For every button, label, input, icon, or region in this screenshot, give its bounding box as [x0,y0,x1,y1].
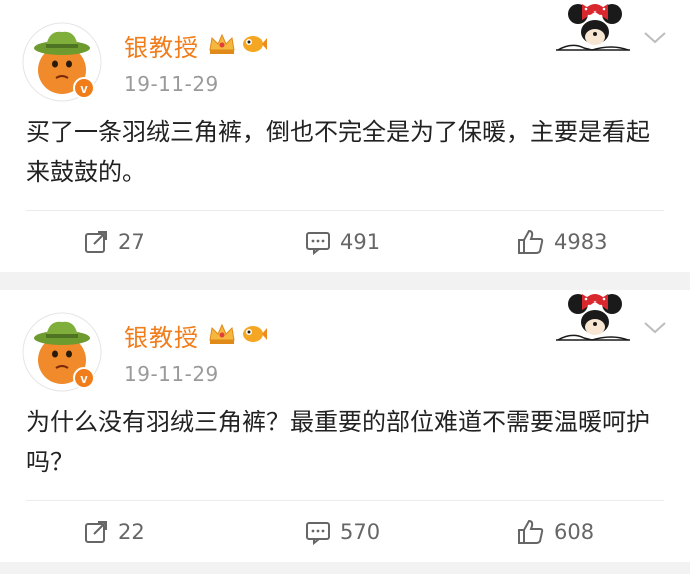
divider [26,210,664,211]
fish-badge-icon [243,326,267,342]
username[interactable]: 银教授 [124,28,199,63]
thumbs-up-icon [518,229,544,254]
weibo-post: v 银教授 19-11-29 [0,290,690,562]
username[interactable]: 银教授 [124,318,199,353]
like-button[interactable]: 608 [516,512,594,552]
repost-button[interactable]: 22 [82,512,145,552]
fish-badge-icon [243,36,267,52]
crown-badge-icon [209,33,235,54]
post-actions: 27 491 4983 [0,222,690,262]
weibo-post: v 银教授 19-11-29 [0,0,690,272]
repost-icon [85,521,107,543]
crown-badge-icon [209,323,235,344]
comment-button[interactable]: 570 [304,512,380,552]
svg-text:v: v [80,81,88,96]
user-badges [208,30,268,58]
comment-icon [306,232,330,256]
cartoon-cowboy-avatar-icon: v [22,312,102,392]
post-timestamp[interactable]: 19-11-29 [124,72,219,96]
minnie-mouse-decoration-icon [556,4,630,51]
like-count: 608 [554,520,595,544]
post-content: 为什么没有羽绒三角裤？最重要的部位难道不需要温暖呵护吗？ [26,408,650,476]
like-count: 4983 [554,230,608,254]
user-badges [208,320,268,348]
chevron-down-icon[interactable] [642,318,668,336]
repost-icon [85,231,107,253]
svg-text:v: v [80,371,88,386]
chevron-down-icon[interactable] [642,28,668,46]
comment-count: 570 [340,520,381,544]
comment-button[interactable]: 491 [304,222,380,262]
weibo-feed: v 银教授 19-11-29 买了一条羽绒三角裤，倒也不完全是为了保暖，主要是看… [0,0,690,574]
thumbs-up-icon [518,519,544,544]
avatar[interactable]: v [22,22,102,102]
post-actions: 22 570 608 [0,512,690,552]
post-content: 买了一条羽绒三角裤，倒也不完全是为了保暖，主要是看起来鼓鼓的。 [26,118,650,186]
post-timestamp[interactable]: 19-11-29 [124,362,219,386]
avatar[interactable]: v [22,312,102,392]
cartoon-cowboy-avatar-icon: v [22,22,102,102]
divider [26,500,664,501]
minnie-mouse-decoration-icon [556,294,630,341]
like-button[interactable]: 4983 [516,222,607,262]
comment-icon [306,522,330,546]
repost-count: 27 [118,230,145,254]
repost-button[interactable]: 27 [82,222,145,262]
comment-count: 491 [340,230,381,254]
repost-count: 22 [118,520,145,544]
